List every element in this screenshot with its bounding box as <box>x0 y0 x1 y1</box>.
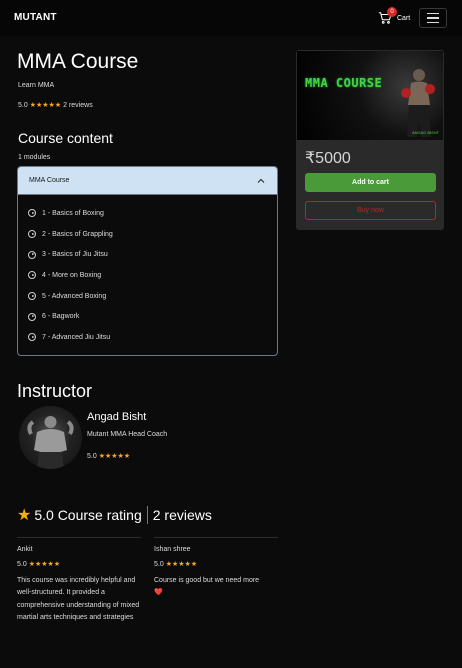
brand-logo[interactable]: MUTANT <box>14 12 57 23</box>
review-rating: 5.0 ★★★★★ <box>17 560 141 569</box>
instructor-avatar <box>19 406 82 469</box>
lesson-label: 7 - Advanced Jiu Jitsu <box>42 333 111 341</box>
navbar: MUTANT 0 Cart <box>0 0 462 36</box>
star-rating-icon: ★★★★★ <box>165 561 198 568</box>
divider <box>146 506 148 524</box>
review-text: Course is good but we need more ❤️ <box>154 575 278 600</box>
module-title: MMA Course <box>29 177 70 184</box>
star-rating-icon: ★★★★★ <box>29 102 62 109</box>
hamburger-icon-line <box>427 17 439 19</box>
thumbnail-tag: ANGAD BISHT <box>412 130 440 135</box>
instructor-name[interactable]: Angad Bisht <box>87 411 146 423</box>
cart-link[interactable]: 0 Cart <box>378 7 411 26</box>
purchase-card: MMA COURSE ANGAD BISHT ₹5000 Add to cart… <box>296 50 444 230</box>
course-price: ₹5000 <box>305 150 351 167</box>
rating-value: 5.0 <box>17 560 27 568</box>
lesson-item[interactable]: 2 - Basics of Grappling <box>28 224 277 245</box>
reviews-count: 2 reviews <box>63 101 93 109</box>
play-circle-icon <box>28 333 36 342</box>
buy-now-button[interactable]: Buy now <box>305 201 436 220</box>
module-accordion: MMA Course 1 - Basics of Boxing 2 - Basi… <box>17 166 278 356</box>
instructor-role: Mutant MMA Head Coach <box>87 431 168 438</box>
star-icon: ★ <box>17 507 32 524</box>
add-to-cart-button[interactable]: Add to cart <box>305 173 436 192</box>
lesson-label: 4 - More on Boxing <box>42 271 102 279</box>
review-text-body: Course is good but we need more <box>154 577 260 584</box>
lesson-label: 1 - Basics of Boxing <box>42 209 104 217</box>
course-rating-label: 5.0 Course rating <box>34 507 142 523</box>
course-subtitle: Learn MMA <box>18 82 55 89</box>
heart-icon: ❤️ <box>154 589 163 597</box>
instructor-photo-icon <box>27 416 74 469</box>
lesson-item[interactable]: 1 - Basics of Boxing <box>28 203 277 224</box>
play-circle-icon <box>28 271 36 280</box>
star-rating-icon: ★★★★★ <box>98 453 131 460</box>
reviewer-name: Ankit <box>17 546 33 553</box>
review-card: Ankit 5.0 ★★★★★ This course was incredib… <box>17 537 141 624</box>
lesson-item[interactable]: 6 - Bagwork <box>28 306 277 327</box>
course-rating: 5.0 ★★★★★ 2 reviews <box>18 101 93 110</box>
lesson-label: 3 - Basics of Jiu Jitsu <box>42 251 108 259</box>
course-content-heading: Course content <box>18 130 113 146</box>
hamburger-menu-button[interactable] <box>419 8 447 28</box>
play-circle-icon <box>28 230 36 239</box>
lesson-label: 2 - Basics of Grappling <box>42 230 113 238</box>
review-rating: 5.0 ★★★★★ <box>154 560 278 569</box>
lesson-label: 5 - Advanced Boxing <box>42 292 107 300</box>
rating-value: 5.0 <box>18 101 28 109</box>
review-text: This course was incredibly helpful and w… <box>17 577 140 621</box>
play-circle-icon <box>28 312 36 321</box>
lesson-item[interactable]: 5 - Advanced Boxing <box>28 286 277 307</box>
lesson-list: 1 - Basics of Boxing 2 - Basics of Grapp… <box>18 195 277 348</box>
course-thumbnail: MMA COURSE ANGAD BISHT <box>297 51 443 140</box>
rating-value: 5.0 <box>87 452 97 460</box>
instructor-rating: 5.0 ★★★★★ <box>87 452 131 461</box>
lesson-label: 6 - Bagwork <box>42 313 80 321</box>
fighter-silhouette-icon <box>401 69 435 137</box>
course-rating-heading: ★ 5.0 Course rating 2 reviews <box>17 505 212 525</box>
rating-value: 5.0 <box>154 560 164 568</box>
thumbnail-title: MMA COURSE <box>305 76 383 90</box>
reviews-count: 2 reviews <box>152 507 212 523</box>
cart-count-badge: 0 <box>387 7 397 17</box>
instructor-heading: Instructor <box>17 381 93 401</box>
cart-label: Cart <box>397 14 411 22</box>
play-circle-icon <box>28 250 36 259</box>
module-accordion-header[interactable]: MMA Course <box>18 167 277 195</box>
lesson-item[interactable]: 4 - More on Boxing <box>28 265 277 286</box>
hamburger-icon-line <box>427 21 439 23</box>
modules-count: 1 modules <box>18 154 51 161</box>
hamburger-icon-line <box>427 13 439 15</box>
play-circle-icon <box>28 209 36 218</box>
lesson-item[interactable]: 7 - Advanced Jiu Jitsu <box>28 327 277 348</box>
reviewer-name: Ishan shree <box>154 546 191 553</box>
chevron-up-icon <box>257 178 265 183</box>
page-title: MMA Course <box>17 50 139 73</box>
lesson-item[interactable]: 3 - Basics of Jiu Jitsu <box>28 244 277 265</box>
play-circle-icon <box>28 292 36 301</box>
review-card: Ishan shree 5.0 ★★★★★ Course is good but… <box>154 537 278 600</box>
star-rating-icon: ★★★★★ <box>28 561 61 568</box>
